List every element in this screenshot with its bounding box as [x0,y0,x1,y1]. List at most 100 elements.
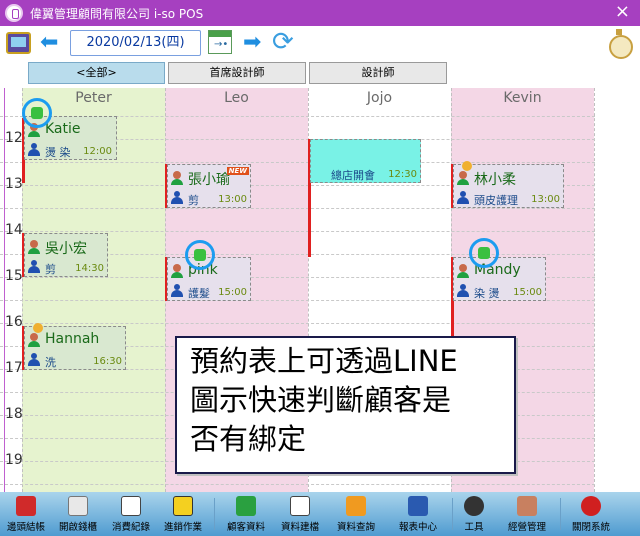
customer-name: 林小柔 [474,172,516,188]
menu-label: 工具 [464,522,484,533]
data-entry-button[interactable]: 資料建檔 [274,492,326,536]
staff-header-leo: Leo [224,90,249,106]
file-icon [290,496,310,516]
close-button[interactable]: × [615,1,630,23]
customer-name: 吳小宏 [45,241,87,257]
menu-label: 進銷作業 [163,522,202,533]
staff-icon [28,143,40,156]
appointment-card[interactable]: 吳小宏 剪 14:30 [24,233,108,277]
staff-header-jojo: Jojo [366,90,393,106]
menu-label: 經營管理 [507,522,546,533]
next-day-button[interactable]: ➡ [243,31,261,55]
line-icon[interactable] [185,240,215,270]
appointment-time: 12:00 [83,146,112,157]
appointment-card[interactable]: 總店開會 12:30 [310,139,421,183]
gear-icon [464,496,484,516]
grid-hline [0,484,595,485]
hour-label: 16 [5,314,23,330]
customer-icon [236,496,256,516]
menu-label: 邊頭結帳 [6,522,45,533]
annotation-callout: 預約表上可透過LINE 圖示快速判斷顧客是 否有綁定 [175,336,516,474]
vip-icon [462,161,472,171]
grid-hline [0,231,595,232]
grid-hline [0,208,595,209]
tab-all[interactable]: <全部> [28,62,165,84]
menu-label: 資料查詢 [336,522,375,533]
inventory-button[interactable]: 進銷作業 [158,492,208,536]
customer-female-icon [27,333,41,347]
toolbar: ⬅ 2020/02/13(四) →• ➡ ⟳ [0,26,640,60]
hour-label: 14 [5,222,23,238]
customer-female-icon [170,171,184,185]
line-icon[interactable] [22,98,52,128]
appointment-card[interactable]: Hannah 洗 16:30 [24,323,126,370]
open-drawer-button[interactable]: 開啟錢櫃 [54,492,102,536]
group-tabs: <全部> 首席設計師 設計師 [0,60,640,88]
tab-designer[interactable]: 設計師 [309,62,447,84]
customer-name: 張小瑜 [188,172,230,188]
customer-female-icon [170,264,184,278]
search-icon [346,496,366,516]
staff-icon [457,284,469,297]
appointment-time: 16:30 [93,356,122,367]
hour-label: 18 [5,406,23,422]
service-name: 剪 [188,194,199,207]
appointment-card[interactable]: 張小瑜 NEW 剪 13:00 [167,164,251,208]
staff-header-kevin: Kevin [503,90,542,106]
data-query-button[interactable]: 資料查詢 [330,492,382,536]
customer-name: Hannah [45,331,100,347]
line-icon[interactable] [469,238,499,268]
date-field[interactable]: 2020/02/13(四) [70,30,201,56]
vip-icon [33,323,43,333]
monitor-icon[interactable] [6,32,31,54]
hour-label: 12 [5,130,23,146]
inventory-icon [173,496,193,516]
event-name: 總店開會 [331,169,375,182]
service-name: 染 燙 [474,287,500,300]
appointment-time: 15:00 [218,287,247,298]
menu-label: 報表中心 [398,522,437,533]
receipt-icon [121,496,141,516]
grid-vline [594,88,595,492]
register-icon [68,496,88,516]
menu-label: 關閉系統 [571,522,610,533]
hour-label: 17 [5,360,23,376]
new-badge: NEW [226,167,249,175]
staff-icon [457,191,469,204]
tab-chief-designer[interactable]: 首席設計師 [168,62,306,84]
appointment-time: 14:30 [75,263,104,274]
menu-divider [560,498,561,530]
menu-label: 開啟錢櫃 [58,522,97,533]
service-name: 燙 染 [45,146,71,159]
purchase-history-button[interactable]: 消費紀錄 [106,492,156,536]
prev-day-button[interactable]: ⬅ [40,31,58,55]
staff-icon [28,353,40,366]
customer-name: Katie [45,121,81,137]
timer-icon[interactable] [606,29,633,59]
customer-female-icon [456,171,470,185]
customer-data-button[interactable]: 顧客資料 [220,492,272,536]
appointment-card[interactable]: 林小柔 頭皮護理 13:00 [453,161,564,208]
service-name: 洗 [45,356,56,369]
management-button[interactable]: 經營管理 [500,492,554,536]
power-icon [581,496,601,516]
customer-male-icon [27,240,41,254]
grid-hline [0,323,595,324]
appointment-time: 13:00 [531,194,560,205]
shutdown-button[interactable]: 關閉系統 [566,492,616,536]
menu-label: 資料建檔 [280,522,319,533]
checkout-button[interactable]: 邊頭結帳 [2,492,50,536]
tools-button[interactable]: 工具 [456,492,492,536]
customer-female-icon [456,264,470,278]
appointment-card[interactable]: Mandy 染 燙 15:00 [453,257,546,301]
report-center-button[interactable]: 報表中心 [392,492,444,536]
bottom-menu: 邊頭結帳 開啟錢櫃 消費紀錄 進銷作業 顧客資料 資料建檔 資料查詢 報表中心 … [0,492,640,536]
calendar-icon[interactable]: →• [208,30,232,54]
refresh-button[interactable]: ⟳ [272,28,300,56]
hour-label: 19 [5,452,23,468]
window-title: 偉翼管理顧問有限公司 i-so POS [30,7,204,21]
menu-label: 顧客資料 [226,522,265,533]
service-name: 護髮 [188,287,210,300]
service-name: 剪 [45,263,56,276]
menu-divider [214,498,215,530]
